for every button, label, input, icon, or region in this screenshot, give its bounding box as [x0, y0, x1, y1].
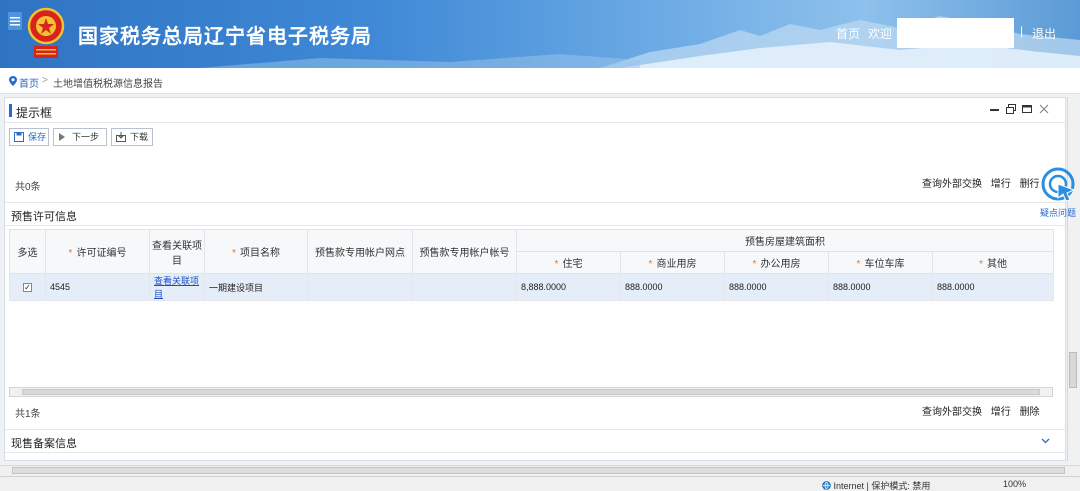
cell-residential[interactable]: 8,888.0000	[516, 273, 621, 301]
header-other: * 其他	[931, 251, 1055, 274]
zoom-value: 100%	[1003, 479, 1027, 489]
globe-icon	[822, 481, 831, 490]
user-name-box	[897, 18, 1014, 48]
header-presale-area-group: 预售房屋建筑面积	[515, 229, 1055, 252]
table-scroll-thumb[interactable]	[22, 389, 1040, 395]
panel-title-bar: 提示框	[5, 98, 1065, 123]
zoom-level[interactable]: 100%	[1003, 479, 1026, 489]
cell-bank-account[interactable]	[412, 273, 517, 301]
add-row-button[interactable]: 增行	[991, 179, 1011, 190]
top-row-actions: 查询外部交换 增行 删行	[922, 175, 1040, 190]
site-title: 国家税务总局辽宁省电子税务局	[78, 26, 372, 48]
close-button[interactable]	[1039, 103, 1049, 117]
prompt-dialog-panel: 提示框 保存 下一步 下载 共0条 查询外部交换 增行 删行 预售许可信息 多选…	[4, 97, 1066, 461]
download-label: 下载	[130, 132, 149, 142]
header-bank-account: 预售款专用帐户帐号	[412, 229, 517, 274]
header-multi-select: 多选	[9, 229, 46, 274]
panel-title: 提示框	[16, 106, 53, 120]
header-bank-branch: 预售款专用帐户网点	[307, 229, 413, 274]
next-step-button[interactable]: 下一步	[53, 128, 107, 146]
cell-other[interactable]: 888.0000	[931, 273, 1055, 301]
cell-parking[interactable]: 888.0000	[828, 273, 933, 301]
cell-office[interactable]: 888.0000	[724, 273, 829, 301]
breadcrumb: 首页 > 土地增值税税源信息报告	[0, 68, 1080, 94]
browser-horizontal-scrollbar[interactable]	[0, 465, 1080, 476]
download-button[interactable]: 下载	[111, 128, 153, 146]
page-vertical-scrollbar[interactable]	[1067, 97, 1078, 461]
cell-project-name[interactable]: 一期建设项目	[204, 273, 308, 301]
play-arrow-icon	[59, 133, 65, 141]
cell-bank-branch[interactable]	[307, 273, 413, 301]
header-project-name: * 项目名称	[204, 229, 308, 274]
save-icon	[14, 132, 24, 142]
header-separator: |	[1020, 24, 1024, 38]
header-commercial: * 商业用房	[620, 251, 725, 274]
restore-button[interactable]	[1006, 103, 1016, 117]
browser-scroll-thumb[interactable]	[12, 467, 1065, 474]
save-label: 保存	[28, 132, 47, 142]
cell-view-project[interactable]: 查看关联项目	[149, 273, 205, 301]
presale-section-title: 预售许可信息	[11, 211, 77, 223]
app-header: 国家税务总局辽宁省电子税务局 首页 欢迎 | 退出	[0, 0, 1080, 68]
next-step-label: 下一步	[72, 132, 100, 142]
breadcrumb-separator: >	[42, 75, 48, 86]
page-scroll-thumb[interactable]	[1069, 352, 1077, 388]
current-sale-section-title: 现售备案信息	[11, 438, 77, 450]
menu-toggle-button[interactable]	[8, 12, 22, 30]
maximize-icon	[1022, 105, 1032, 113]
presale-section-header[interactable]: 预售许可信息	[5, 202, 1065, 226]
browser-status-bar: Internet | 保护模式: 禁用 100%	[0, 476, 1080, 491]
table-horizontal-scrollbar[interactable]	[9, 387, 1053, 397]
header-residential: * 住宅	[516, 251, 621, 274]
breadcrumb-home-link[interactable]: 首页	[19, 75, 39, 90]
presale-add-row-button[interactable]: 增行	[991, 407, 1011, 418]
presale-record-count: 共1条	[15, 409, 41, 420]
title-accent-bar	[9, 104, 12, 117]
presale-row-actions: 查询外部交换 增行 删除	[922, 403, 1040, 418]
logout-link[interactable]: 退出	[1032, 25, 1056, 42]
security-zone-status: Internet | 保护模式: 禁用	[822, 479, 930, 491]
table-row[interactable]: ✓ 4545 查看关联项目 一期建设项目 8,888.0000 888.0000…	[9, 273, 1055, 301]
menu-icon	[10, 17, 20, 26]
doubt-question-label: 疑点问题	[1040, 208, 1077, 218]
restore-icon	[1006, 104, 1016, 114]
header-home-link[interactable]: 首页	[836, 25, 860, 42]
header-view-project: 查看关联项目	[149, 229, 205, 274]
location-pin-icon	[9, 76, 17, 86]
row-checkbox[interactable]: ✓	[23, 283, 32, 292]
header-welcome-text: 欢迎	[868, 27, 893, 41]
download-icon	[116, 132, 126, 142]
maximize-button[interactable]	[1022, 103, 1032, 117]
header-parking: * 车位车库	[828, 251, 933, 274]
current-sale-section-header[interactable]: 现售备案信息	[5, 429, 1065, 453]
close-icon	[1039, 104, 1049, 114]
row-checkbox-cell[interactable]: ✓	[9, 273, 46, 301]
header-office: * 办公用房	[724, 251, 829, 274]
view-project-link[interactable]: 查看关联项目	[154, 276, 199, 299]
help-cursor-icon	[1041, 167, 1076, 202]
minimize-icon	[990, 109, 999, 111]
chevron-down-icon[interactable]	[1041, 438, 1050, 444]
presale-delete-button[interactable]: 删除	[1020, 407, 1040, 418]
header-permit-number: * 许可证编号	[45, 229, 150, 274]
cell-permit-number[interactable]: 4545	[45, 273, 150, 301]
minimize-button[interactable]	[990, 103, 999, 117]
top-record-count: 共0条	[15, 182, 41, 193]
save-button[interactable]: 保存	[9, 128, 49, 146]
delete-row-button[interactable]: 删行	[1020, 179, 1040, 190]
presale-query-external-exchange-button[interactable]: 查询外部交换	[922, 407, 982, 418]
presale-permit-table: 多选 * 许可证编号 查看关联项目 * 项目名称 预售款专用帐户网点 预售款专用帐户…	[9, 229, 1055, 301]
query-external-exchange-button[interactable]: 查询外部交换	[922, 179, 982, 190]
tax-bureau-emblem-logo	[27, 7, 65, 58]
breadcrumb-current: 土地增值税税源信息报告	[53, 79, 163, 90]
doubt-question-float-button[interactable]: 疑点问题	[1040, 166, 1080, 218]
cell-commercial[interactable]: 888.0000	[620, 273, 725, 301]
